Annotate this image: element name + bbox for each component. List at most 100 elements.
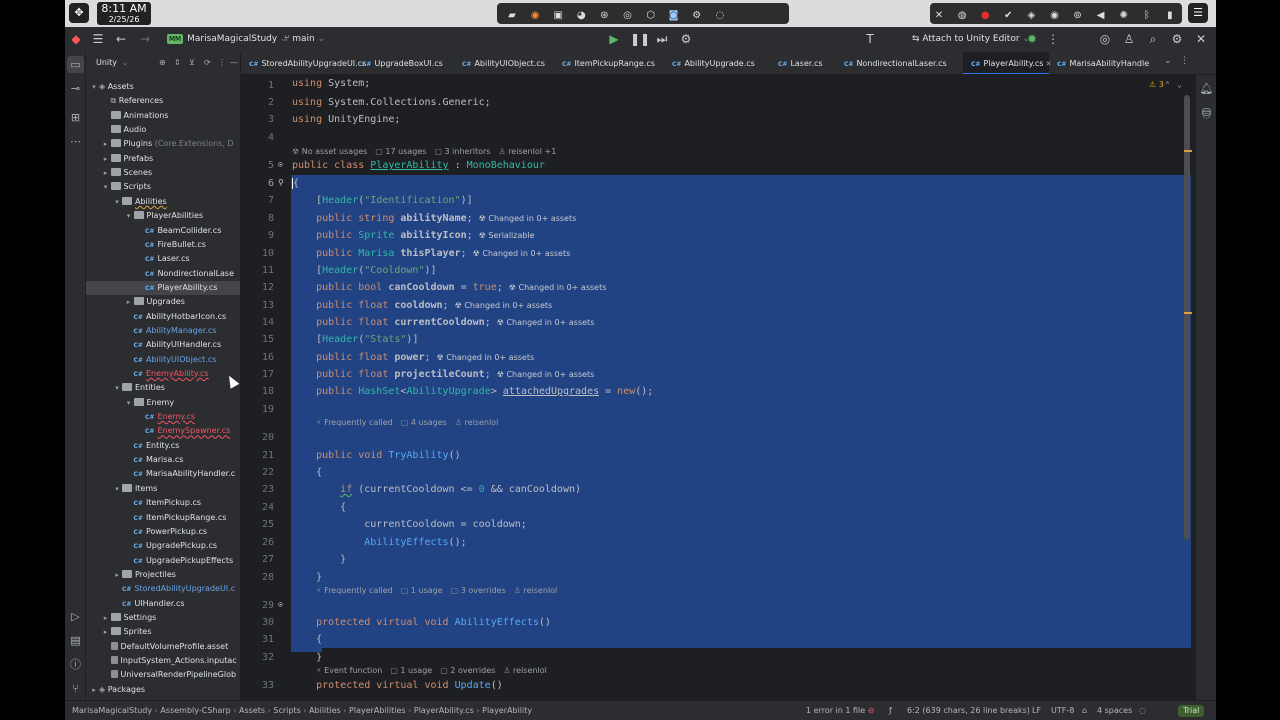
- step-icon[interactable]: ⏭: [654, 27, 670, 52]
- caret-position[interactable]: 6:2 (639 chars, 26 line breaks): [907, 701, 1030, 720]
- terminal-icon[interactable]: ▣: [549, 5, 567, 26]
- ai-assistant-icon[interactable]: ◎: [1097, 27, 1113, 52]
- tree-item[interactable]: DefaultVolumeProfile.asset: [86, 640, 240, 654]
- chevron-down-icon[interactable]: ▾: [124, 396, 134, 410]
- chevron-down-icon[interactable]: ▾: [89, 80, 99, 94]
- code-line[interactable]: public bool canCooldown = true; ☢ Change…: [292, 279, 606, 296]
- code-line[interactable]: public HashSet<AbilityUpgrade> attachedU…: [292, 383, 653, 400]
- breadcrumb-item[interactable]: MarisaMagicalStudy: [72, 706, 152, 715]
- network-icon[interactable]: ⊚: [1069, 5, 1087, 26]
- main-menu-icon[interactable]: ☰: [90, 27, 106, 52]
- forward-icon[interactable]: →: [137, 27, 153, 52]
- serializable-hint[interactable]: ☢ Serializable: [479, 231, 535, 240]
- code-line[interactable]: {: [292, 631, 322, 648]
- asset-usage-hint[interactable]: ☢ Changed in 0+ assets: [479, 214, 577, 223]
- hint-item[interactable]: ▢ 2 overrides: [440, 666, 495, 675]
- collapse-all-icon[interactable]: ⇕: [174, 52, 181, 74]
- tree-item[interactable]: C# FireBullet.cs: [86, 238, 240, 252]
- code-line[interactable]: public class PlayerAbility : MonoBehavio…: [292, 157, 545, 174]
- code-line[interactable]: using UnityEngine;: [292, 111, 400, 128]
- tab-abilityuiobject-cs[interactable]: C# AbilityUIObject.cs: [454, 52, 554, 74]
- tree-item[interactable]: C# MarisaAbilityHandler.c: [86, 467, 240, 481]
- hint-item[interactable]: ▢ 1 usage: [390, 666, 432, 675]
- tree-item[interactable]: ▸ Sprites: [86, 625, 240, 639]
- code-line[interactable]: public void TryAbility(): [292, 447, 461, 464]
- tree-item[interactable]: ▸ Plugins (Core.Extensions, D: [86, 137, 240, 151]
- expand-all-icon[interactable]: ⊻: [189, 52, 195, 74]
- rider-icon[interactable]: ◙: [665, 5, 683, 26]
- settings-icon[interactable]: ⚙: [1169, 27, 1185, 52]
- pause-icon[interactable]: ❚❚: [630, 27, 650, 52]
- chevron-right-icon[interactable]: ▸: [101, 137, 111, 151]
- chevron-right-icon[interactable]: ▸: [101, 625, 111, 639]
- tree-item[interactable]: Animations: [86, 109, 240, 123]
- tab-storedabilityupgradeui-cs[interactable]: C# StoredAbilityUpgradeUI.cs: [241, 52, 366, 74]
- code-line[interactable]: }: [292, 551, 346, 568]
- tree-item[interactable]: ▾ PlayerAbilities: [86, 209, 240, 223]
- breadcrumb-item[interactable]: Assets: [239, 706, 265, 715]
- asset-usage-hint[interactable]: ☢ Changed in 0+ assets: [437, 353, 535, 362]
- notifications-icon[interactable]: 🔔︎: [1198, 80, 1215, 97]
- code-line[interactable]: AbilityEffects();: [292, 534, 466, 551]
- tab-laser-cs[interactable]: C# Laser.cs: [770, 52, 836, 74]
- code-line[interactable]: public Sprite abilityIcon; ☢ Serializabl…: [292, 227, 535, 244]
- hint-item[interactable]: ♙ reisenlol +1: [498, 147, 556, 156]
- project-selector[interactable]: MM MarisaMagicalStudy ⌄: [167, 27, 288, 52]
- hint-item[interactable]: ☢ No asset usages: [292, 147, 367, 156]
- tree-item[interactable]: ⧉ References: [86, 94, 240, 108]
- tree-item[interactable]: C# StoredAbilityUpgradeUI.c: [86, 582, 240, 596]
- code-line[interactable]: currentCooldown = cooldown;: [292, 516, 527, 533]
- options-icon[interactable]: ⋮: [218, 52, 226, 74]
- tab-playerability-cs[interactable]: C# PlayerAbility.cs ✕: [963, 52, 1051, 74]
- commit-tool-icon[interactable]: ⊸: [67, 80, 84, 97]
- chevron-down-icon[interactable]: ▾: [101, 180, 111, 194]
- chevron-down-icon[interactable]: ▾: [124, 209, 134, 223]
- tree-item[interactable]: C# NondirectionalLase: [86, 267, 240, 281]
- debug-settings-icon[interactable]: ⚙: [678, 27, 694, 52]
- code-line[interactable]: public string abilityName; ☢ Changed in …: [292, 210, 576, 227]
- tabs-overflow-icon[interactable]: ⌄: [1164, 56, 1172, 66]
- code-line[interactable]: if (currentCooldown <= 0 && canCooldown): [292, 481, 581, 498]
- record-indicator-icon[interactable]: ●: [976, 5, 994, 26]
- tree-item[interactable]: C# Entity.cs: [86, 439, 240, 453]
- chevron-down-icon[interactable]: ▾: [112, 381, 122, 395]
- chevron-right-icon[interactable]: ▸: [89, 683, 99, 697]
- volume-icon[interactable]: ◀: [1092, 5, 1110, 26]
- hint-item[interactable]: ▢ 4 usages: [401, 418, 447, 427]
- hint-item[interactable]: ▢ 3 inheritors: [434, 147, 490, 156]
- tree-item[interactable]: C# Marisa.cs: [86, 453, 240, 467]
- tree-item[interactable]: C# UIHandler.cs: [86, 597, 240, 611]
- hide-panel-icon[interactable]: —: [230, 52, 238, 74]
- settings-app-icon[interactable]: ⚙: [688, 5, 706, 26]
- ai-status-icon[interactable]: ◌: [1139, 701, 1146, 720]
- tree-item[interactable]: ▸ Upgrades: [86, 295, 240, 309]
- files-icon[interactable]: ▰: [503, 5, 521, 26]
- chevron-right-icon[interactable]: ▸: [101, 166, 111, 180]
- tabs-more-icon[interactable]: ⋮: [1180, 56, 1189, 66]
- breadcrumb-item[interactable]: PlayerAbility.cs: [414, 706, 474, 715]
- tray-check-icon[interactable]: ✔: [999, 5, 1017, 26]
- implemented-icon[interactable]: ⊙: [278, 160, 283, 169]
- breadcrumb-item[interactable]: Abilities: [309, 706, 341, 715]
- breadcrumb-item[interactable]: Assembly-CSharp: [160, 706, 230, 715]
- indent-setting[interactable]: 4 spaces: [1097, 701, 1132, 720]
- chevron-down-icon[interactable]: ▾: [112, 482, 122, 496]
- tray-screenshot-icon[interactable]: ◍: [953, 5, 971, 26]
- tray-app-icon[interactable]: ✕: [930, 5, 948, 26]
- git-tool-icon[interactable]: ⑂: [67, 680, 84, 697]
- tree-item[interactable]: InputSystem_Actions.inputac: [86, 654, 240, 668]
- activities-icon[interactable]: ✥: [69, 3, 89, 23]
- code-editor[interactable]: 1 2 3 4 5 6 7 8 9 10 11 12 13 14 15 16 17 18 19 20 21 22 23 24 2…: [241, 75, 1196, 700]
- hint-item[interactable]: ⚡ Frequently called: [316, 418, 393, 427]
- locate-icon[interactable]: ⊕: [159, 52, 166, 74]
- tree-item[interactable]: C# EnemySpawner.cs: [86, 424, 240, 438]
- code-line[interactable]: public float projectileCount; ☢ Changed …: [292, 366, 594, 383]
- attach-to-unity-button[interactable]: ⇆ Attach to Unity Editor ⌄: [912, 27, 1030, 52]
- discord-icon[interactable]: ◕: [572, 5, 590, 26]
- code-line[interactable]: {: [292, 175, 300, 192]
- debug-bug-icon[interactable]: ✹: [1024, 27, 1040, 52]
- back-icon[interactable]: ←: [113, 27, 129, 52]
- chevron-down-icon[interactable]: ▾: [112, 195, 122, 209]
- account-icon[interactable]: ♙: [1121, 27, 1137, 52]
- run-icon[interactable]: ▶: [606, 27, 622, 52]
